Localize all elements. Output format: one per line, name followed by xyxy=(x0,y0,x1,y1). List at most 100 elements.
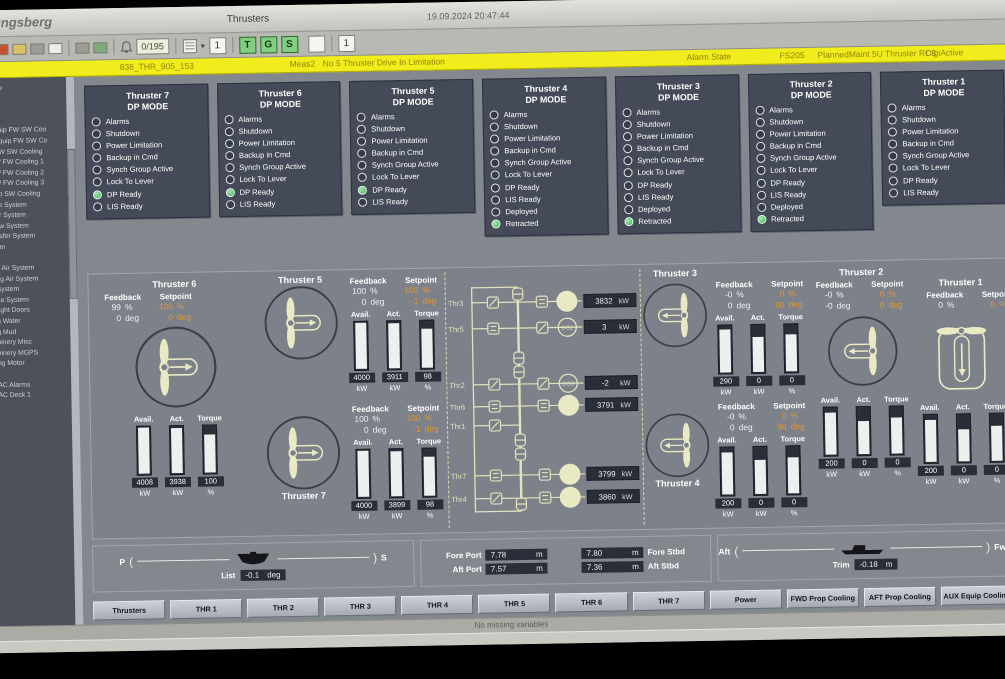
history-icon[interactable] xyxy=(30,43,44,54)
nav-button-thr-4[interactable]: THR 4 xyxy=(401,595,473,615)
dp-status-item: LIS Ready xyxy=(757,189,870,200)
fore-port-label: Fore Port xyxy=(440,551,482,561)
dropdown-caret-icon[interactable]: ▾ xyxy=(201,41,205,50)
dp-status-label: DP Ready xyxy=(638,180,673,190)
status-led-off xyxy=(888,103,897,112)
trim-value-box: -0.18m xyxy=(854,558,897,570)
dp-status-label: DP Ready xyxy=(372,185,407,195)
alarm-tag[interactable]: 836_THR_905_153 xyxy=(120,61,194,72)
bar-column: Avail.4008kW xyxy=(131,414,157,497)
bar-value: 100 xyxy=(198,476,224,486)
nav-button-thrusters[interactable]: Thrusters xyxy=(93,600,165,620)
list-value-box: -0.1deg xyxy=(240,569,285,581)
status-led-off xyxy=(491,207,500,216)
dp-status-item: Retracted xyxy=(492,217,605,228)
power-bars: Avail.290kWAct.0kWTorque0% xyxy=(709,312,808,397)
dp-status-label: Alarms xyxy=(106,117,130,126)
dp-status-label: Deployed xyxy=(505,206,537,216)
screen-number-box[interactable]: 1 xyxy=(338,34,355,51)
dp-status-item: Synch Group Active xyxy=(358,159,471,170)
nav-button-thr-5[interactable]: THR 5 xyxy=(478,594,550,614)
dp-status-item: Shutdown xyxy=(623,118,736,129)
folder-icon[interactable] xyxy=(75,42,89,53)
status-led-on xyxy=(226,188,235,197)
nav-button-thr-6[interactable]: THR 6 xyxy=(555,592,627,612)
alarm-message[interactable]: No 5 Thruster Drive In Limitation xyxy=(323,56,445,68)
sidebar-item[interactable]: AC Deck 1 xyxy=(0,390,69,402)
alarm-counter: 0/195 xyxy=(136,38,169,55)
dp-status-item: Synch Group Active xyxy=(623,155,736,166)
trend-button[interactable]: T xyxy=(239,36,256,53)
nav-button-thr-3[interactable]: THR 3 xyxy=(324,596,396,616)
status-led-off xyxy=(756,154,765,163)
toolbar-separator xyxy=(232,37,233,53)
nav-button-thr-1[interactable]: THR 1 xyxy=(170,599,242,619)
bar-value: 0 xyxy=(748,498,774,508)
dp-status-label: DP Ready xyxy=(770,178,805,188)
page-list-icon[interactable] xyxy=(182,38,197,53)
folder-open-icon[interactable] xyxy=(93,42,107,53)
dp-status-item: Backup in Cmd xyxy=(623,143,736,154)
system-button[interactable]: S xyxy=(281,35,298,52)
dp-status-label: Backup in Cmd xyxy=(239,150,291,160)
bar-gauge xyxy=(750,324,766,374)
status-led-off xyxy=(888,140,897,149)
status-led-off xyxy=(490,122,499,131)
trim-indicator: Aft ( ) Fwd Trim -0.18m xyxy=(717,530,1005,582)
status-led-off xyxy=(623,156,632,165)
bar-column: Act.3899kW xyxy=(383,437,409,520)
status-led-on xyxy=(93,190,102,199)
bar-value: 98 xyxy=(417,499,443,509)
bar-unit: kW xyxy=(926,476,937,485)
nav-button-aft-prop-cooling[interactable]: AFT Prop Cooling xyxy=(864,587,936,607)
dp-mode-panel: Thruster 5DP MODEAlarmsShutdownPower Lim… xyxy=(349,79,475,215)
nav-button-aux-equip-cooling[interactable]: AUX Equip Cooling xyxy=(941,585,1005,605)
dp-status-item: DP Ready xyxy=(358,183,471,194)
bar-gauge xyxy=(783,323,799,373)
dp-status-label: Retracted xyxy=(506,219,539,229)
nav-button-fwd-prop-cooling[interactable]: FWD Prop Cooling xyxy=(787,588,859,608)
nav-button-power[interactable]: Power xyxy=(710,590,782,610)
group-button[interactable]: G xyxy=(260,36,277,53)
dp-status-item: LIS Ready xyxy=(889,186,1002,197)
bar-unit: % xyxy=(791,508,798,517)
bar-value: 0 xyxy=(781,497,807,507)
status-led-off xyxy=(358,149,367,158)
dp-status-item: Power Limitation xyxy=(623,130,736,141)
status-led-off xyxy=(491,159,500,168)
dp-mode-panel: Thruster 4DP MODEAlarmsShutdownPower Lim… xyxy=(482,77,608,237)
status-led-off xyxy=(889,188,898,197)
azimuth-thruster-icon xyxy=(807,314,919,388)
alarm-ack-icon[interactable] xyxy=(0,43,8,54)
thruster-title: Thruster 4 xyxy=(644,478,712,489)
thruster-title: Thruster 2 xyxy=(806,266,917,278)
bar-unit: % xyxy=(425,383,432,392)
bar-label: Torque xyxy=(884,394,909,403)
dp-status-item: Lock To Lever xyxy=(491,169,604,180)
bar-unit: % xyxy=(427,511,434,520)
svg-text:kW: kW xyxy=(621,469,632,478)
blank-page-icon[interactable] xyxy=(48,43,62,54)
bar-gauge xyxy=(386,320,402,370)
dp-status-label: Power Limitation xyxy=(504,134,560,144)
feeder-label: Thr6 xyxy=(449,402,465,411)
dp-status-item: Deployed xyxy=(757,201,870,212)
feedback-setpoint-block: FeedbackSetpoint-0%0%0deg90deg xyxy=(710,401,809,434)
dp-status-label: LIS Ready xyxy=(505,194,541,204)
power-bars: Avail.200kWAct.0kWTorque0% xyxy=(919,401,1005,486)
nav-button-thr-2[interactable]: THR 2 xyxy=(247,598,319,618)
bar-unit: kW xyxy=(721,387,732,396)
dp-status-item: Deployed xyxy=(624,203,737,214)
blank-box[interactable] xyxy=(308,35,325,52)
feedback-setpoint-row: 0deg90deg xyxy=(708,299,806,312)
power-plant-diagram: Thr33832kWThr5DG23kWThr2DG3-2kWThr63791k… xyxy=(444,269,644,528)
nav-button-thr-7[interactable]: THR 7 xyxy=(632,591,704,611)
event-list-icon[interactable] xyxy=(12,43,26,54)
status-led-off xyxy=(889,164,898,173)
dp-status-label: Shutdown xyxy=(769,117,803,127)
bar-gauge xyxy=(785,445,801,495)
page-number-box[interactable]: 1 xyxy=(209,37,226,54)
screen: ungsberg Thrusters 19.09.2024 20:47:44 0… xyxy=(0,0,1005,653)
alarm-bell-icon[interactable] xyxy=(120,40,132,53)
bar-label: Act. xyxy=(170,414,184,423)
